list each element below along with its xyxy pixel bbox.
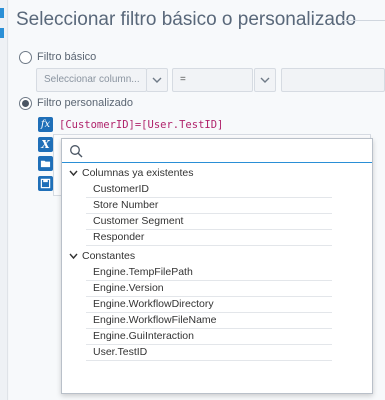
search-input[interactable] <box>88 142 358 160</box>
value-select[interactable] <box>281 68 385 92</box>
chevron-down-icon <box>69 253 78 260</box>
custom-filter-radio[interactable] <box>19 97 32 110</box>
operator-select-dropdown-button[interactable] <box>254 68 276 92</box>
variable-icon[interactable]: X <box>38 137 53 152</box>
list-item-label: Engine.GuiInteraction <box>93 330 194 342</box>
group-constants[interactable]: Constantes <box>62 249 372 265</box>
group-label: Columnas ya existentes <box>82 167 194 179</box>
group-existing-columns[interactable]: Columnas ya existentes <box>62 166 372 182</box>
side-marker <box>0 28 4 38</box>
list-item-label: Store Number <box>93 199 159 211</box>
autocomplete-dropdown[interactable]: Columnas ya existentes CustomerID Store … <box>61 138 373 394</box>
list-item-label: User.TestID <box>93 346 148 358</box>
list-item[interactable]: Engine.WorkflowFileName <box>86 313 332 329</box>
chevron-down-icon <box>260 77 270 83</box>
folder-icon <box>40 160 51 168</box>
function-icon-glyph: fx <box>40 119 51 130</box>
function-icon[interactable]: fx <box>38 117 53 132</box>
search-icon <box>70 145 83 158</box>
page-title: Seleccionar filtro básico o personalizad… <box>16 9 357 30</box>
chevron-down-icon <box>152 77 162 83</box>
filter-expression[interactable]: [CustomerID]=[User.TestID] <box>59 119 223 131</box>
chevron-down-icon <box>69 170 78 177</box>
column-select[interactable]: Seleccionar column... <box>36 68 147 92</box>
operator-select[interactable]: = <box>172 68 253 92</box>
open-folder-icon[interactable] <box>38 156 53 171</box>
custom-filter-label: Filtro personalizado <box>37 97 133 109</box>
save-icon[interactable] <box>38 176 53 191</box>
list-item[interactable]: Engine.GuiInteraction <box>86 329 332 345</box>
dropdown-search <box>62 139 372 163</box>
left-side-strip <box>0 0 8 400</box>
list-item-label: Engine.WorkflowFileName <box>93 314 217 326</box>
list-item[interactable]: Responder <box>86 230 332 246</box>
filter-configuration-panel: Seleccionar filtro básico o personalizad… <box>9 0 385 400</box>
list-item[interactable]: User.TestID <box>86 345 332 361</box>
title-divider <box>342 20 385 21</box>
list-item-label: Engine.Version <box>93 282 164 294</box>
basic-filter-label: Filtro básico <box>37 51 97 63</box>
list-item-label: Customer Segment <box>93 215 184 227</box>
basic-filter-radio[interactable] <box>19 51 32 64</box>
list-item-label: Responder <box>93 231 145 243</box>
list-item-label: Engine.TempFilePath <box>93 266 193 278</box>
variable-icon-glyph: X <box>41 138 50 151</box>
list-item[interactable]: Engine.Version <box>86 281 332 297</box>
list-item-label: Engine.WorkflowDirectory <box>93 298 214 310</box>
column-select-dropdown-button[interactable] <box>146 68 168 92</box>
list-item[interactable]: Store Number <box>86 198 332 214</box>
side-marker <box>0 8 4 18</box>
list-item[interactable]: CustomerID <box>86 182 332 198</box>
list-item-label: CustomerID <box>93 183 150 195</box>
list-item[interactable]: Customer Segment <box>86 214 332 230</box>
list-item[interactable]: Engine.TempFilePath <box>86 265 332 281</box>
floppy-disk-icon <box>40 178 51 189</box>
group-label: Constantes <box>82 250 136 262</box>
list-item[interactable]: Engine.WorkflowDirectory <box>86 297 332 313</box>
